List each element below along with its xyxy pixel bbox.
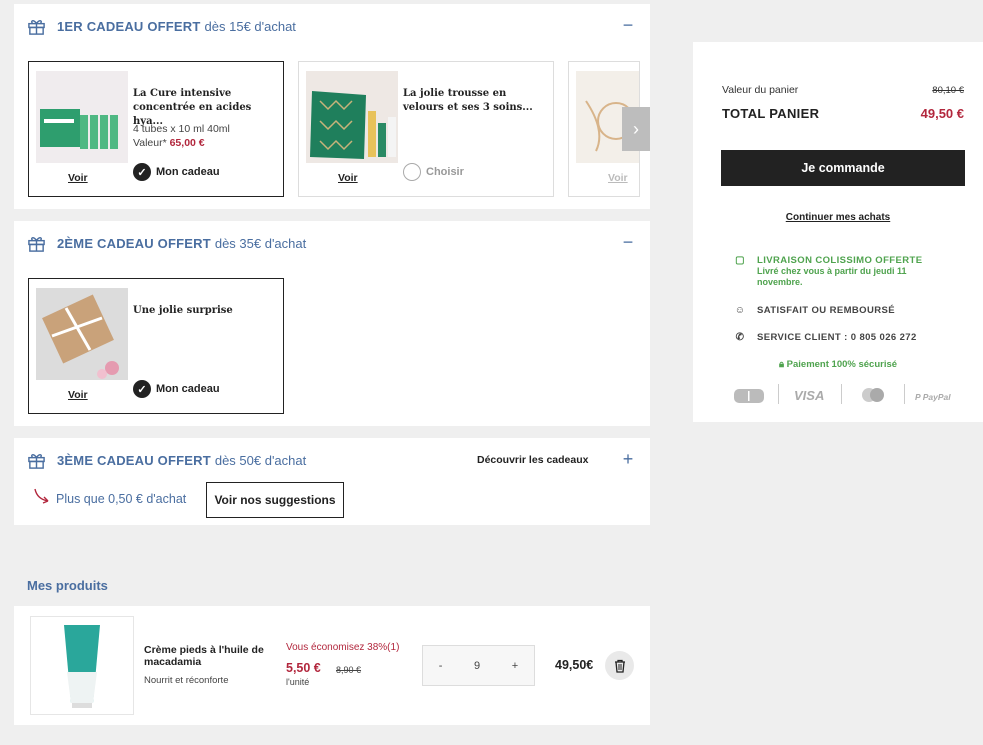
phone-icon: ✆ <box>735 332 745 343</box>
product-image <box>306 71 398 163</box>
cart-summary: Valeur du panier 80,10 € TOTAL PANIER 49… <box>693 42 983 422</box>
cart-total-label: TOTAL PANIER <box>722 106 820 121</box>
cart-value: 80,10 € <box>932 85 964 96</box>
gift-name: La jolie trousse en velours et ses 3 soi… <box>403 88 533 113</box>
gift-2-subtitle: dès 35€ d'achat <box>214 235 307 251</box>
gift-3-subtitle: dès 50€ d'achat <box>214 452 307 468</box>
box-icon: ▢ <box>735 255 745 266</box>
gift-icon <box>28 236 45 252</box>
suggestions-button[interactable]: Voir nos suggestions <box>206 482 344 518</box>
product-image <box>36 288 128 380</box>
select-gift-toggle[interactable]: ✓ Mon cadeau <box>133 380 220 398</box>
separator <box>904 384 905 404</box>
trash-icon <box>614 659 625 673</box>
increase-button[interactable]: + <box>506 660 524 672</box>
product-image <box>36 71 128 163</box>
product-desc: Nourrit et réconforte <box>144 675 229 686</box>
quantity-value[interactable]: 9 <box>468 660 486 672</box>
customer-service-info: ✆ SERVICE CLIENT : 0 805 026 272 <box>733 332 917 343</box>
delivery-subtitle: Livré chez vous à partir du jeudi 11 nov… <box>757 266 907 287</box>
cart-total: 49,50 € <box>920 106 964 121</box>
quantity-stepper[interactable]: - 9 + <box>422 645 535 686</box>
old-price: 8,90 € <box>336 665 362 675</box>
product-name[interactable]: Crème pieds à l'huile de macadamia <box>144 644 274 668</box>
cb-card-icon <box>734 389 764 403</box>
check-icon: ✓ <box>133 163 151 181</box>
arrow-curve-icon <box>34 488 49 504</box>
gift-card-surprise[interactable]: Une jolie surprise Voir ✓ Mon cadeau <box>28 278 284 414</box>
smile-icon: ☺ <box>734 305 746 316</box>
select-gift-toggle[interactable]: ✓ Mon cadeau <box>133 163 220 181</box>
savings-text: Vous économisez 38%(1) <box>286 642 400 653</box>
cart-total-row: TOTAL PANIER 49,50 € <box>722 106 964 121</box>
gift-card-trousse[interactable]: La jolie trousse en velours et ses 3 soi… <box>298 61 554 197</box>
voir-link[interactable]: Voir <box>68 389 88 401</box>
check-icon: ✓ <box>133 380 151 398</box>
gift-card-cure[interactable]: La Cure intensive concentrée en acides h… <box>28 61 284 197</box>
remaining-amount-text: Plus que 0,50 € d'achat <box>56 492 187 506</box>
lock-icon: 🔒︎ <box>778 359 785 370</box>
secure-payment: 🔒︎ Paiement 100% sécurisé <box>778 359 898 370</box>
collapse-icon[interactable]: − <box>620 233 636 251</box>
delivery-info: ▢ LIVRAISON COLISSIMO OFFERTE Livré chez … <box>733 255 947 288</box>
voir-link[interactable]: Voir <box>68 172 88 184</box>
order-button[interactable]: Je commande <box>721 150 965 186</box>
voir-link[interactable]: Voir <box>608 172 628 184</box>
gift-3-title: 3ÈME CADEAU OFFERT <box>57 452 211 468</box>
gift-1-title: 1ER CADEAU OFFERT <box>57 18 201 34</box>
cart-value-row: Valeur du panier 80,10 € <box>722 84 964 96</box>
select-gift-toggle[interactable]: Choisir <box>403 163 464 181</box>
product-image <box>64 625 100 708</box>
voir-link[interactable]: Voir <box>338 172 358 184</box>
gift-1-header[interactable]: 1ER CADEAU OFFERT dès 15€ d'achat − <box>14 4 650 48</box>
product-image-frame[interactable] <box>30 616 134 715</box>
gift-value: 65,00 € <box>169 137 205 149</box>
expand-icon[interactable]: + <box>620 450 636 468</box>
product-row: Crème pieds à l'huile de macadamia Nourr… <box>14 606 650 725</box>
gift-desc: 4 tubes x 10 ml 40ml Valeur* 65,00 € <box>133 123 230 149</box>
paypal-logo: P PayPal <box>915 392 951 402</box>
discover-gifts-link[interactable]: Découvrir les cadeaux <box>477 454 588 466</box>
delivery-title: LIVRAISON COLISSIMO OFFERTE <box>757 255 923 266</box>
cart-value-label: Valeur du panier <box>722 84 799 96</box>
products-title: Mes produits <box>27 578 108 593</box>
unit-price: 5,50 € <box>286 661 321 675</box>
visa-logo: VISA <box>794 388 825 403</box>
radio-icon <box>403 163 421 181</box>
gift-1-subtitle: dès 15€ d'achat <box>204 18 296 34</box>
gift-name: Une jolie surprise <box>133 305 233 316</box>
collapse-icon[interactable]: − <box>620 16 636 34</box>
mastercard-icon <box>862 388 884 402</box>
gift-icon <box>28 19 45 35</box>
gift-icon <box>28 453 45 469</box>
chevron-right-icon[interactable]: › <box>622 107 650 151</box>
separator <box>778 384 779 404</box>
separator <box>841 384 842 404</box>
gift-2-header[interactable]: 2ÈME CADEAU OFFERT dès 35€ d'achat − <box>14 221 650 265</box>
unit-label: l'unité <box>286 677 310 687</box>
continue-shopping-link[interactable]: Continuer mes achats <box>693 212 983 223</box>
delete-button[interactable] <box>605 651 634 680</box>
line-total: 49,50€ <box>555 658 594 672</box>
refund-info: ☺ SATISFAIT OU REMBOURSÉ <box>734 305 895 316</box>
decrease-button[interactable]: - <box>433 660 449 672</box>
gift-2-title: 2ÈME CADEAU OFFERT <box>57 235 211 251</box>
